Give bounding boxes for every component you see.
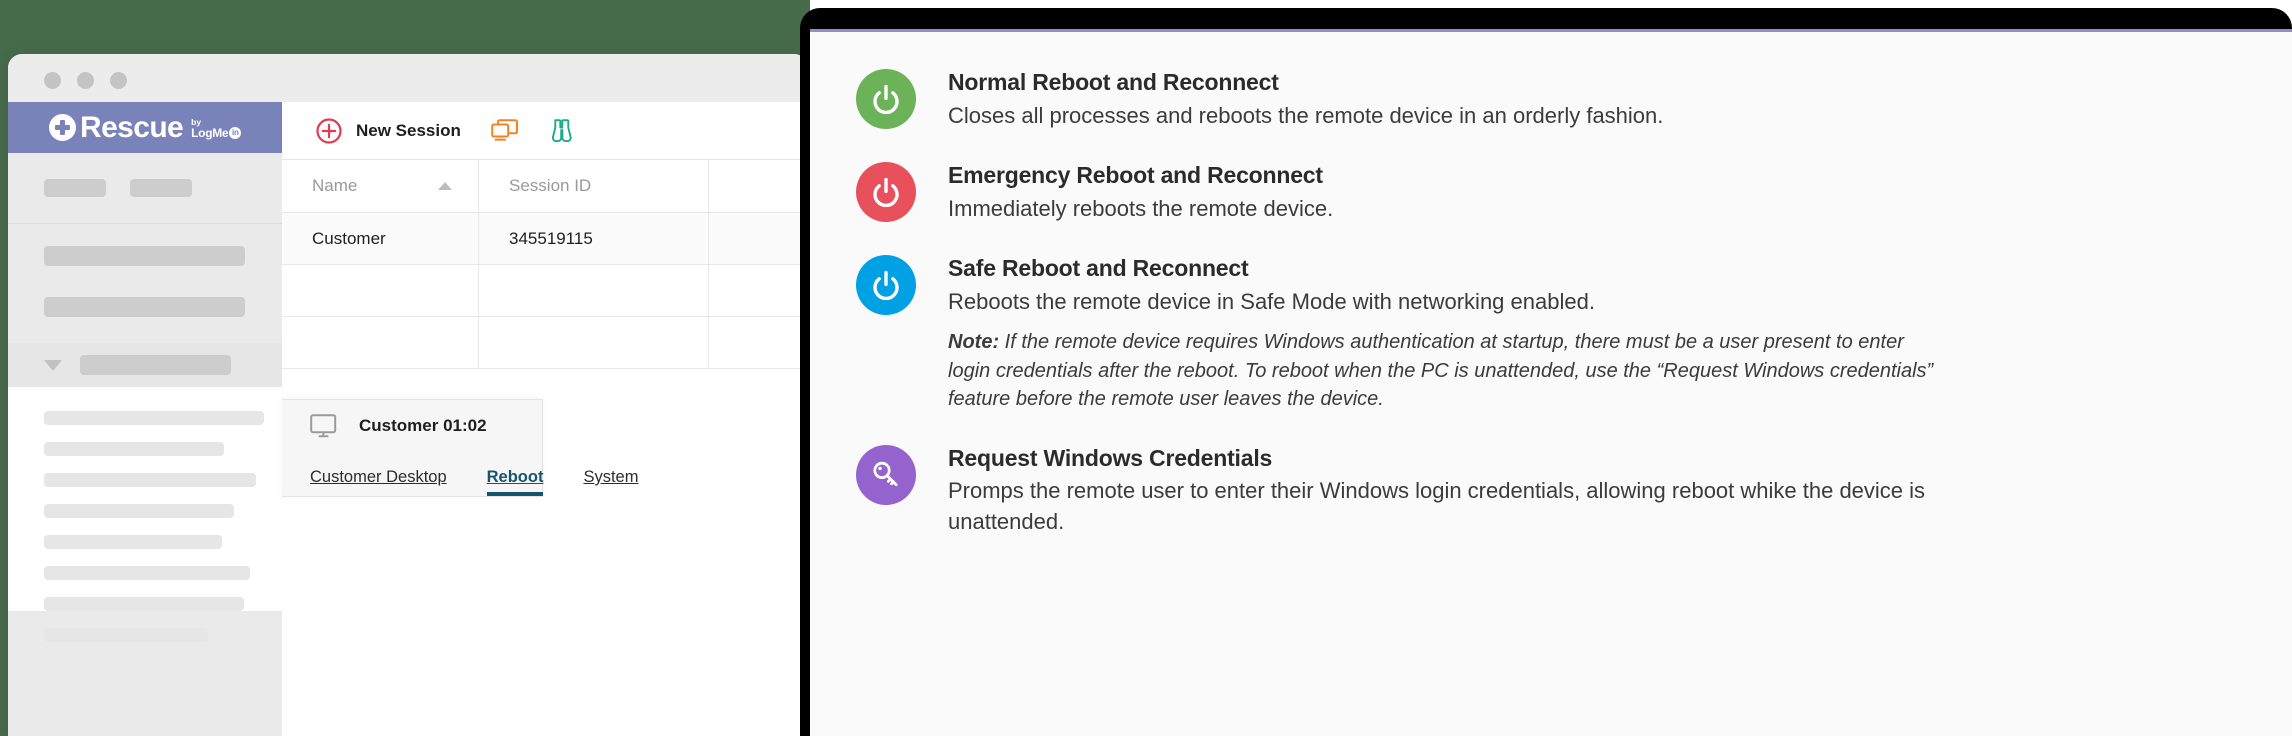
feature-emergency-reboot[interactable]: Emergency Reboot and Reconnect Immediate… — [856, 159, 2252, 224]
feature-safe-reboot[interactable]: Safe Reboot and Reconnect Reboots the re… — [856, 252, 2252, 413]
list-item[interactable] — [44, 628, 208, 642]
tab-system[interactable]: System — [583, 468, 638, 496]
close-dot[interactable] — [44, 72, 61, 89]
session-panel: Customer 01:02 Customer Desktop Reboot S… — [282, 399, 638, 497]
feature-body: Emergency Reboot and Reconnect Immediate… — [948, 159, 1333, 224]
new-session-button[interactable]: New Session — [316, 117, 461, 144]
feature-note: Note: If the remote device requires Wind… — [948, 328, 1948, 413]
feature-title: Normal Reboot and Reconnect — [948, 69, 1279, 95]
feature-normal-reboot[interactable]: Normal Reboot and Reconnect Closes all p… — [856, 66, 2252, 131]
window-controls[interactable] — [44, 72, 127, 89]
feature-note-label: Note: — [948, 331, 1000, 354]
feature-description: Closes all processes and reboots the rem… — [948, 102, 1664, 128]
brand-bar: Rescue by LogMe in — [8, 102, 282, 153]
app-body: Rescue by LogMe in New Session Name Sess… — [8, 102, 808, 736]
sidebar-chip[interactable] — [130, 179, 192, 197]
toolbar: New Session — [282, 102, 808, 160]
device-frame: Normal Reboot and Reconnect Closes all p… — [800, 8, 2292, 736]
cell-name — [282, 317, 479, 368]
list-item[interactable] — [44, 411, 264, 425]
monitor-sessions-button[interactable] — [549, 118, 577, 144]
power-icon — [856, 69, 916, 129]
screenshot-root: Rescue by LogMe in New Session Name Sess… — [0, 0, 2292, 736]
minimize-dot[interactable] — [77, 72, 94, 89]
feature-description: Reboots the remote device in Safe Mode w… — [948, 288, 1595, 314]
reboot-options-panel: Normal Reboot and Reconnect Closes all p… — [810, 29, 2292, 736]
browser-window: Rescue by LogMe in New Session Name Sess… — [8, 54, 808, 736]
sidebar-chip-row — [8, 153, 282, 197]
brand-company-suffix: in — [229, 126, 242, 139]
sidebar-group-label — [80, 355, 231, 375]
brand-byline: by LogMe in — [191, 118, 242, 140]
cell-name — [282, 265, 479, 316]
plus-circle-icon — [316, 117, 342, 144]
table-row[interactable]: Customer 345519115 — [282, 213, 808, 265]
feature-title: Request Windows Credentials — [948, 444, 1273, 471]
brand-logmein: LogMe in — [191, 125, 242, 140]
feature-request-windows-credentials[interactable]: Request Windows Credentials Promps the r… — [856, 442, 2252, 537]
feature-title: Emergency Reboot and Reconnect — [948, 162, 1323, 189]
list-item[interactable] — [44, 535, 222, 549]
feature-body: Normal Reboot and Reconnect Closes all p… — [948, 66, 1663, 131]
new-session-label: New Session — [356, 120, 461, 140]
session-tabs: Customer Desktop Reboot System — [282, 452, 638, 497]
browser-titlebar — [8, 54, 808, 102]
sidebar-placeholder-row[interactable] — [44, 246, 245, 266]
sessions-table: Name Session ID Customer 345519115 — [282, 160, 808, 369]
power-icon — [856, 162, 916, 223]
key-icon — [856, 444, 916, 505]
sidebar: Rescue by LogMe in — [8, 102, 282, 736]
feature-description: Immediately reboots the remote device. — [948, 195, 1334, 221]
list-item[interactable] — [44, 473, 256, 487]
power-glyph — [873, 178, 899, 208]
column-header-name[interactable]: Name — [282, 160, 479, 212]
key-glyph — [873, 461, 898, 486]
cell-session-id: 345519115 — [479, 213, 709, 264]
list-item[interactable] — [44, 597, 244, 611]
sidebar-placeholder-row[interactable] — [44, 297, 245, 317]
feature-list: Normal Reboot and Reconnect Closes all p… — [810, 32, 2292, 537]
table-row[interactable] — [282, 265, 808, 317]
sidebar-list-body — [8, 387, 282, 642]
feature-note-text: If the remote device requires Windows au… — [948, 331, 1934, 411]
brand-company: LogMe — [191, 125, 229, 140]
sidebar-group-header[interactable] — [8, 343, 282, 387]
brand-name: Rescue — [80, 110, 184, 144]
screen-share-icon — [491, 118, 518, 141]
cell-session-id — [479, 317, 709, 368]
tab-customer-desktop[interactable]: Customer Desktop — [310, 468, 447, 496]
rescue-cross-icon — [49, 114, 76, 141]
tab-reboot[interactable]: Reboot — [486, 468, 544, 496]
list-item[interactable] — [44, 566, 250, 580]
feature-description: Promps the remote user to enter their Wi… — [948, 478, 1926, 534]
table-header-row: Name Session ID — [282, 160, 808, 213]
feature-body: Request Windows Credentials Promps the r… — [948, 442, 1978, 537]
session-title: Customer 01:02 — [359, 416, 487, 435]
list-item[interactable] — [44, 504, 234, 518]
monitor-icon — [310, 414, 337, 438]
feature-body: Safe Reboot and Reconnect Reboots the re… — [948, 252, 1948, 413]
maximize-dot[interactable] — [110, 72, 127, 89]
column-header-name-label: Name — [312, 176, 358, 195]
column-header-session-id[interactable]: Session ID — [479, 160, 709, 212]
feature-title: Safe Reboot and Reconnect — [948, 255, 1249, 282]
cell-name: Customer — [282, 213, 479, 264]
sidebar-placeholder-list — [8, 224, 282, 317]
session-panel-header: Customer 01:02 — [282, 400, 542, 452]
cell-session-id — [479, 265, 709, 316]
power-icon — [856, 255, 916, 316]
column-header-session-id-label: Session ID — [509, 176, 592, 195]
sidebar-chip[interactable] — [44, 179, 106, 197]
chevron-down-icon[interactable] — [44, 359, 62, 371]
list-item[interactable] — [44, 442, 224, 456]
binoculars-icon — [551, 118, 572, 142]
screen-share-button[interactable] — [491, 118, 519, 143]
power-glyph — [873, 271, 899, 301]
power-glyph — [873, 84, 899, 115]
table-row[interactable] — [282, 317, 808, 369]
sort-ascending-icon[interactable] — [438, 182, 452, 190]
